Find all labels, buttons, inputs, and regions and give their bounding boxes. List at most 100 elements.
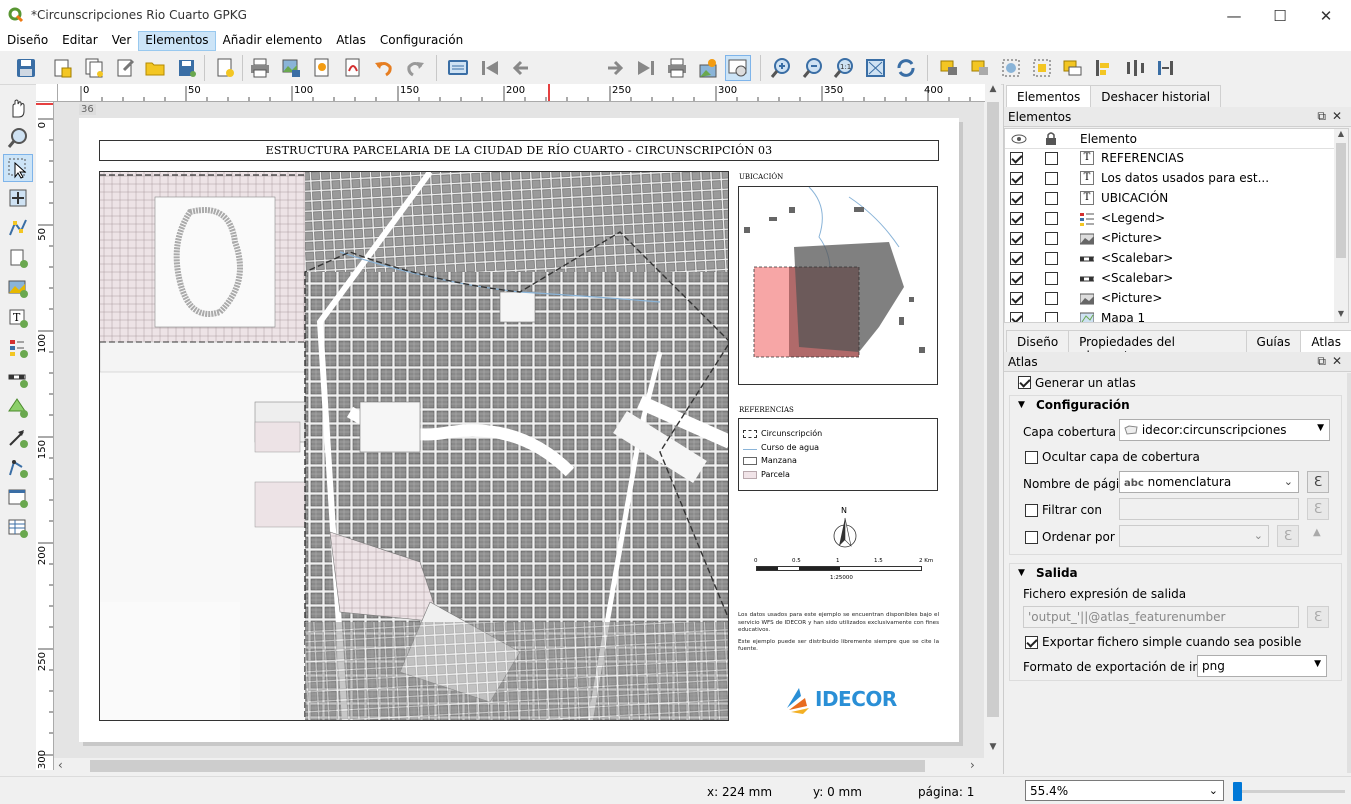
menu-editar[interactable]: Editar [55,31,105,51]
scalebar[interactable]: 0 0.5 1 1.5 2 Km 1:25000 [754,558,939,588]
save-icon[interactable] [13,55,39,81]
tab-elementos[interactable]: Elementos [1006,85,1092,107]
scroll-thumb[interactable] [987,102,999,717]
layout-title[interactable]: ESTRUCTURA PARCELARIA DE LA CIUDAD DE RÍ… [99,140,939,161]
lock-checkbox[interactable] [1045,152,1058,165]
scroll-thumb[interactable] [1336,143,1346,258]
undo-icon[interactable] [371,55,397,81]
collapse-icon[interactable]: ▼ [1018,400,1025,410]
list-item[interactable]: T Los datos usados para est... [1005,169,1335,189]
tab-atlas[interactable]: Atlas [1300,330,1351,352]
scroll-right-icon[interactable]: › [970,758,975,772]
lock-checkbox[interactable] [1045,292,1058,305]
save-template-icon[interactable] [174,55,200,81]
visible-checkbox[interactable] [1010,152,1023,165]
hide-coverage-checkbox[interactable] [1025,451,1038,464]
visible-checkbox[interactable] [1010,232,1023,245]
move-content-icon[interactable] [3,184,33,212]
referencias-label[interactable]: REFERENCIAS [739,406,794,414]
resize-icon[interactable] [1154,55,1180,81]
vertical-ruler[interactable]: 0 50 100 150 200 250 300 [36,102,54,770]
align-icon[interactable] [1092,55,1118,81]
next-feature-icon[interactable] [602,55,628,81]
ungroup-icon[interactable] [1029,55,1055,81]
zoom-select[interactable]: 55.4% ⌄ [1025,780,1224,801]
list-item[interactable]: <Picture> [1005,229,1335,249]
export-pdf-icon[interactable] [340,55,366,81]
horizontal-ruler[interactable]: 0 50 100 150 200 250 300 350 400 [58,84,985,102]
new-layout-icon[interactable] [49,55,75,81]
new-page-icon[interactable] [212,55,238,81]
zoom-actual-icon[interactable]: 1:1 [831,55,857,81]
collapse-icon[interactable]: ▼ [1018,568,1025,578]
locator-map[interactable] [738,186,938,385]
sort-order-icon[interactable]: ▲ [1313,527,1321,538]
distribute-icon[interactable] [1123,55,1149,81]
add-label-icon[interactable]: T [3,304,33,332]
generate-atlas-checkbox[interactable] [1018,376,1031,389]
scroll-up-icon[interactable]: ▲ [1334,129,1348,138]
vertical-scrollbar[interactable]: ▲ ▼ [985,84,1001,758]
menu-configuracion[interactable]: Configuración [373,31,470,51]
add-map-icon[interactable] [3,244,33,272]
add-html-icon[interactable] [3,484,33,512]
layout-manager-icon[interactable] [112,55,138,81]
sort-field-select[interactable]: ⌄ [1119,525,1269,547]
add-scalebar-icon[interactable] [3,364,33,392]
atlas-preview-icon[interactable] [445,55,471,81]
zoom-in-icon[interactable] [768,55,794,81]
list-item[interactable]: <Scalebar> [1005,269,1335,289]
scroll-up-icon[interactable]: ▲ [985,84,1001,100]
horizontal-scrollbar[interactable]: ‹ › [54,758,984,774]
float-icon[interactable]: ⧉ [1317,109,1332,123]
add-table-icon[interactable] [3,514,33,542]
legend-box[interactable]: Circunscripción Curso de agua Manzana Pa… [738,418,938,491]
menu-atlas[interactable]: Atlas [329,31,373,51]
tab-guias[interactable]: Guías [1245,330,1302,352]
image-format-select[interactable]: png ▼ [1197,655,1327,677]
list-item[interactable]: T REFERENCIAS [1005,149,1335,169]
export-image-icon[interactable] [278,55,304,81]
scroll-down-icon[interactable]: ▼ [1334,309,1348,318]
lock-icon[interactable] [936,55,962,81]
single-file-checkbox[interactable] [1025,636,1038,649]
lock-checkbox[interactable] [1045,312,1058,322]
visible-checkbox[interactable] [1010,192,1023,205]
visible-checkbox[interactable] [1010,172,1023,185]
add-node-item-icon[interactable] [3,454,33,482]
visible-checkbox[interactable] [1010,252,1023,265]
group-icon[interactable] [998,55,1024,81]
filter-expression-button[interactable]: ℇ [1307,498,1329,520]
zoom-slider-track[interactable] [1233,790,1345,793]
items-scrollbar[interactable]: ▲ ▼ [1334,129,1348,322]
zoom-full-icon[interactable] [862,55,888,81]
lock-checkbox[interactable] [1045,272,1058,285]
zoom-tool-icon[interactable] [3,124,33,152]
lock-checkbox[interactable] [1045,232,1058,245]
lock-checkbox[interactable] [1045,252,1058,265]
output-filename-field[interactable]: 'output_'||@atlas_featurenumber [1023,606,1299,628]
close-icon[interactable]: ✕ [1332,354,1348,368]
add-shape-icon[interactable] [3,394,33,422]
print-icon[interactable] [247,55,273,81]
open-template-icon[interactable] [142,55,168,81]
filter-checkbox[interactable] [1025,504,1038,517]
lock-checkbox[interactable] [1045,192,1058,205]
unlock-icon[interactable] [967,55,993,81]
lock-checkbox[interactable] [1045,212,1058,225]
add-picture-icon[interactable] [3,274,33,302]
minimize-button[interactable]: — [1211,0,1257,31]
scroll-left-icon[interactable]: ‹ [58,758,63,772]
list-item[interactable]: <Legend> [1005,209,1335,229]
visible-checkbox[interactable] [1010,292,1023,305]
duplicate-layout-icon[interactable] [81,55,107,81]
list-item[interactable]: T UBICACIÓN [1005,189,1335,209]
refresh-icon[interactable] [893,55,919,81]
pan-icon[interactable] [3,94,33,122]
zoom-slider-handle[interactable] [1233,782,1242,801]
layout-canvas[interactable]: 36 ESTRUCTURA PARCELARIA DE LA CIUDAD DE… [54,102,984,758]
close-button[interactable]: ✕ [1303,0,1349,31]
main-map[interactable] [99,171,729,721]
tab-diseno[interactable]: Diseño [1006,330,1070,352]
menu-ver[interactable]: Ver [105,31,139,51]
